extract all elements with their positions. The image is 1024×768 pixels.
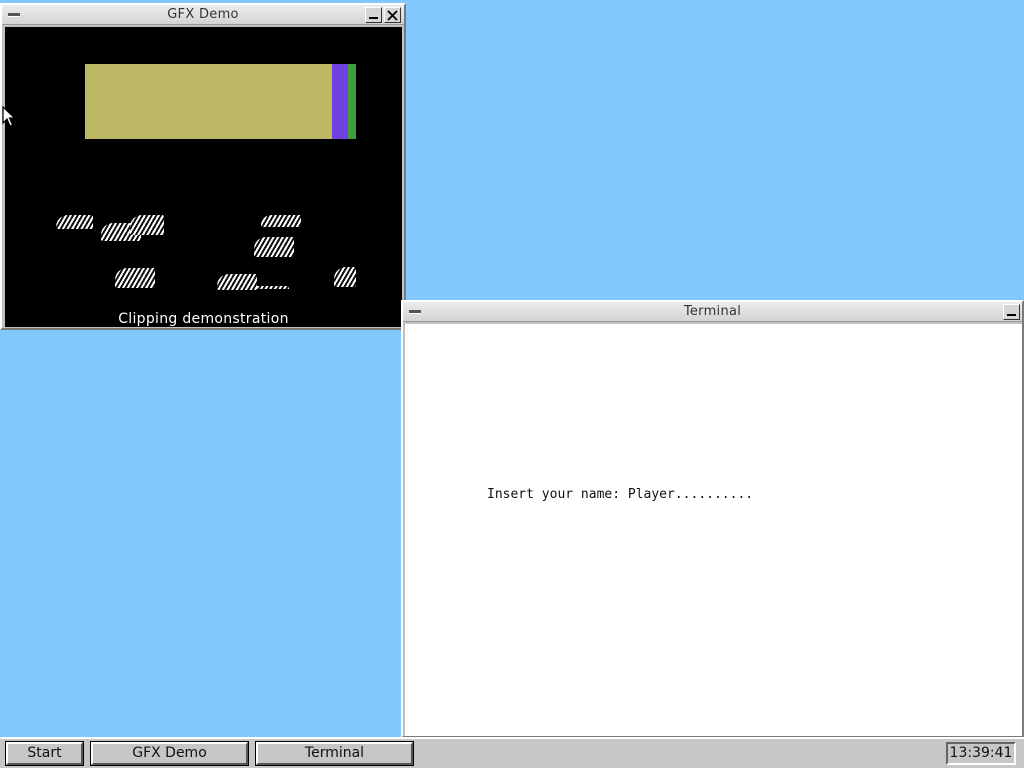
taskbar: Start GFX Demo Terminal 13:39:41 bbox=[0, 737, 1024, 768]
gfx-canvas: Clipping demonstration bbox=[5, 27, 402, 327]
clipped-arc-shape bbox=[257, 286, 289, 289]
gfx-demo-window[interactable]: GFX Demo Clipping demonstration bbox=[0, 3, 406, 330]
close-icon bbox=[387, 10, 398, 21]
olive-rectangle bbox=[85, 64, 332, 139]
violet-rectangle bbox=[332, 64, 348, 139]
clipped-arc-shape bbox=[115, 268, 155, 288]
gfx-window-title: GFX Demo bbox=[167, 7, 239, 22]
clipped-arc-shape bbox=[261, 215, 301, 227]
terminal-titlebar[interactable]: Terminal bbox=[403, 302, 1022, 322]
clipped-arc-shape bbox=[56, 215, 93, 229]
clipped-arc-shape bbox=[334, 267, 356, 287]
close-button[interactable] bbox=[384, 7, 401, 23]
start-button[interactable]: Start bbox=[5, 741, 84, 766]
green-rectangle bbox=[348, 64, 356, 139]
clipped-arc-shape bbox=[254, 237, 294, 257]
terminal-window-title: Terminal bbox=[683, 304, 742, 319]
taskbar-item-gfx-demo[interactable]: GFX Demo bbox=[90, 741, 249, 766]
terminal-window[interactable]: Terminal Insert your name: Player.......… bbox=[401, 300, 1024, 738]
terminal-output[interactable]: Insert your name: Player.......... bbox=[405, 324, 1022, 736]
minimize-button[interactable] bbox=[365, 7, 382, 23]
mouse-pointer-icon bbox=[2, 106, 16, 127]
gfx-titlebar[interactable]: GFX Demo bbox=[2, 5, 404, 25]
taskbar-item-terminal[interactable]: Terminal bbox=[255, 741, 414, 766]
clock: 13:39:41 bbox=[946, 742, 1016, 765]
clipped-arc-shape bbox=[217, 274, 257, 290]
clipped-arc-shape bbox=[130, 215, 164, 235]
minimize-button[interactable] bbox=[1003, 304, 1020, 320]
name-prompt-text[interactable]: Insert your name: Player.......... bbox=[487, 487, 753, 502]
gfx-caption: Clipping demonstration bbox=[118, 311, 289, 327]
